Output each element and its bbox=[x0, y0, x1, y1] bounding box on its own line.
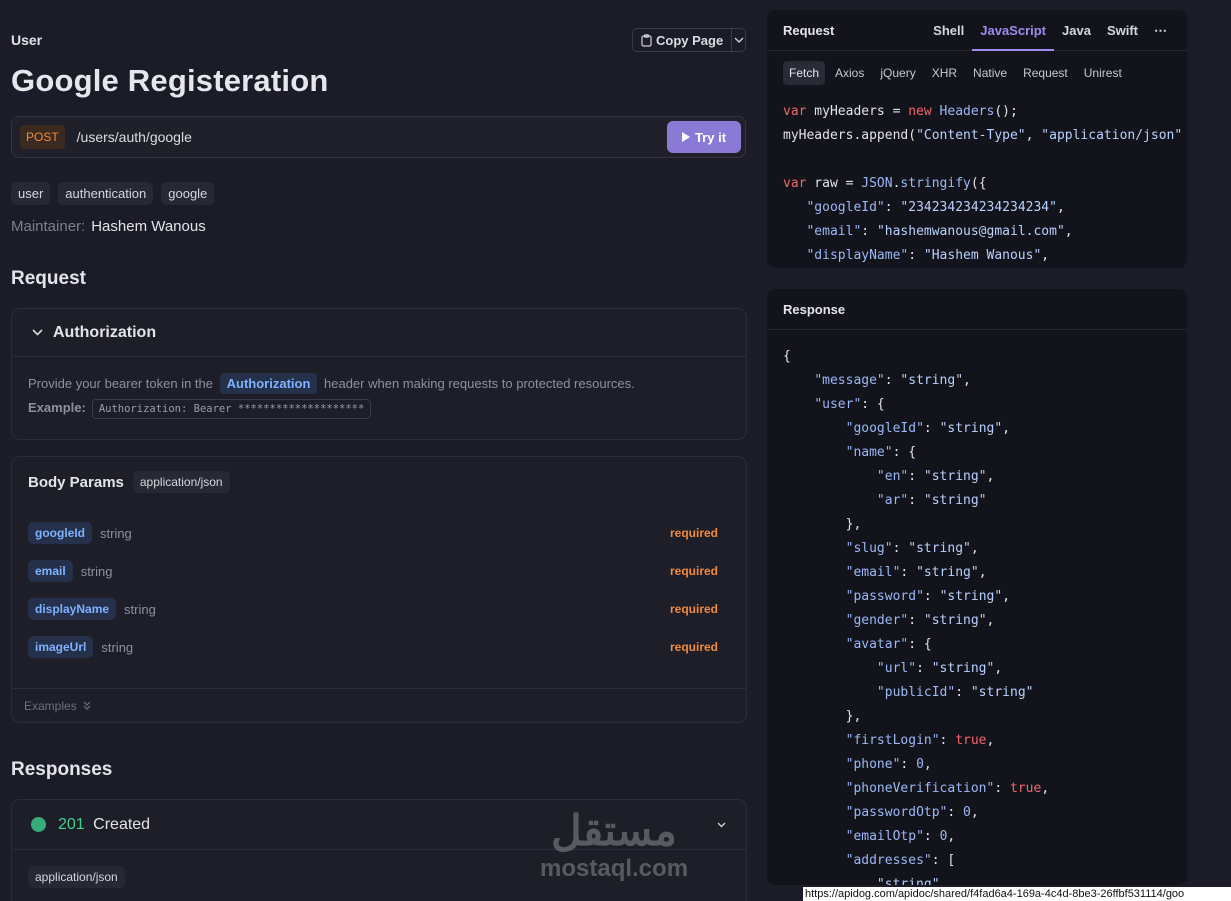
try-it-button[interactable]: Try it bbox=[667, 121, 741, 153]
param-row: email string bbox=[28, 560, 112, 582]
auth-text: Provide your bearer token in the bbox=[28, 376, 213, 391]
status-text: Created bbox=[93, 815, 151, 833]
authorization-header[interactable]: Authorization bbox=[12, 309, 746, 357]
tag[interactable]: authentication bbox=[58, 182, 154, 205]
authorization-card: Authorization Provide your bearer token … bbox=[11, 308, 747, 440]
param-type: string bbox=[80, 563, 113, 579]
body-params-card: Body Params application/json googleId str… bbox=[11, 456, 747, 723]
play-icon bbox=[681, 132, 690, 142]
request-panel-header: Request Shell JavaScript Java Swift ⋯ bbox=[767, 10, 1187, 51]
maintainer-name: Hashem Wanous bbox=[91, 218, 206, 235]
tag[interactable]: user bbox=[11, 182, 51, 205]
watermark-arabic: مستقل bbox=[551, 807, 677, 854]
copy-page-label: Copy Page bbox=[656, 32, 724, 48]
page-title: Google Registeration bbox=[11, 63, 329, 98]
endpoint-path: /users/auth/google bbox=[76, 129, 192, 145]
auth-text: header when making requests to protected… bbox=[324, 376, 635, 391]
tab-swift[interactable]: Swift bbox=[1099, 10, 1146, 51]
responses-heading: Responses bbox=[11, 759, 113, 780]
authorization-chip: Authorization bbox=[219, 373, 318, 394]
param-type: string bbox=[100, 525, 132, 541]
required-badge: required bbox=[669, 526, 718, 540]
required-badge: required bbox=[669, 640, 718, 654]
param-row: displayName string bbox=[28, 598, 156, 620]
examples-label: Examples bbox=[24, 698, 77, 713]
copy-page-button[interactable]: Copy Page bbox=[632, 28, 746, 52]
request-panel-title: Request bbox=[783, 22, 835, 38]
breadcrumb[interactable]: User bbox=[11, 32, 42, 48]
body-params-title: Body Params bbox=[28, 473, 124, 491]
content-type-badge: application/json bbox=[132, 471, 230, 493]
param-type: string bbox=[124, 601, 156, 617]
param-row: imageUrl string bbox=[28, 636, 133, 658]
param-name: email bbox=[28, 560, 73, 582]
doc-main: User Copy Page Google Registeration POST… bbox=[11, 0, 747, 901]
request-code: var myHeaders = new Headers(); myHeaders… bbox=[783, 104, 1183, 263]
tag[interactable]: google bbox=[161, 182, 215, 205]
maintainer: Maintainer: Hashem Wanous bbox=[11, 218, 206, 235]
chevron-down-icon[interactable] bbox=[717, 822, 726, 828]
param-name: googleId bbox=[28, 522, 92, 544]
subtab-request[interactable]: Request bbox=[1017, 61, 1074, 85]
chevron-down-icon[interactable] bbox=[732, 37, 745, 43]
client-subtabs: Fetch Axios jQuery XHR Native Request Un… bbox=[767, 51, 1187, 95]
examples-toggle[interactable]: Examples bbox=[12, 688, 746, 722]
method-badge: POST bbox=[20, 125, 65, 149]
language-tabs: Shell JavaScript Java Swift ⋯ bbox=[925, 10, 1175, 51]
watermark-logo: مستقل mostaql.com bbox=[540, 806, 688, 882]
body-params-header: Body Params application/json bbox=[12, 457, 746, 507]
subtab-unirest[interactable]: Unirest bbox=[1078, 61, 1128, 85]
maintainer-label: Maintainer: bbox=[11, 218, 86, 235]
chevron-down-icon bbox=[32, 329, 43, 336]
authorization-title: Authorization bbox=[53, 323, 157, 341]
response-panel-header: Response bbox=[767, 289, 1187, 330]
subtab-axios[interactable]: Axios bbox=[829, 61, 870, 85]
tab-shell[interactable]: Shell bbox=[925, 10, 972, 51]
tab-javascript[interactable]: JavaScript bbox=[972, 10, 1055, 51]
watermark-latin: mostaql.com bbox=[540, 855, 689, 882]
required-badge: required bbox=[669, 564, 718, 578]
double-chevron-down-icon bbox=[83, 701, 91, 710]
status-code: 201 bbox=[58, 815, 85, 833]
status-url: https://apidog.com/apidoc/shared/f4fad6a… bbox=[803, 887, 1231, 901]
param-type: string bbox=[101, 639, 134, 655]
clipboard-icon bbox=[641, 33, 652, 47]
required-badge: required bbox=[669, 602, 718, 616]
endpoint-bar: POST /users/auth/google Try it bbox=[11, 116, 746, 158]
param-name: displayName bbox=[28, 598, 117, 620]
subtab-native[interactable]: Native bbox=[967, 61, 1013, 85]
request-panel: Request Shell JavaScript Java Swift ⋯ Fe… bbox=[767, 10, 1187, 268]
subtab-jquery[interactable]: jQuery bbox=[874, 61, 921, 85]
request-heading: Request bbox=[11, 268, 86, 289]
authorization-body: Provide your bearer token in the Authori… bbox=[12, 357, 746, 436]
param-name: imageUrl bbox=[28, 636, 94, 658]
subtab-xhr[interactable]: XHR bbox=[926, 61, 963, 85]
param-row: googleId string bbox=[28, 522, 132, 544]
response-panel: Response { "message": "string", "user": … bbox=[767, 289, 1187, 885]
tag-list: user authentication google bbox=[11, 182, 215, 205]
tab-java[interactable]: Java bbox=[1054, 10, 1099, 51]
example-value: Authorization: Bearer ******************… bbox=[91, 399, 372, 419]
example-label: Example: bbox=[28, 400, 86, 415]
subtab-fetch[interactable]: Fetch bbox=[783, 61, 826, 85]
status-dot-icon bbox=[31, 817, 46, 832]
content-type-badge: application/json bbox=[28, 866, 125, 888]
try-it-label: Try it bbox=[694, 129, 727, 145]
response-panel-title: Response bbox=[783, 301, 846, 317]
more-icon[interactable]: ⋯ bbox=[1146, 10, 1175, 51]
response-schema-code: { "message": "string", "user": { "google… bbox=[783, 349, 1050, 885]
